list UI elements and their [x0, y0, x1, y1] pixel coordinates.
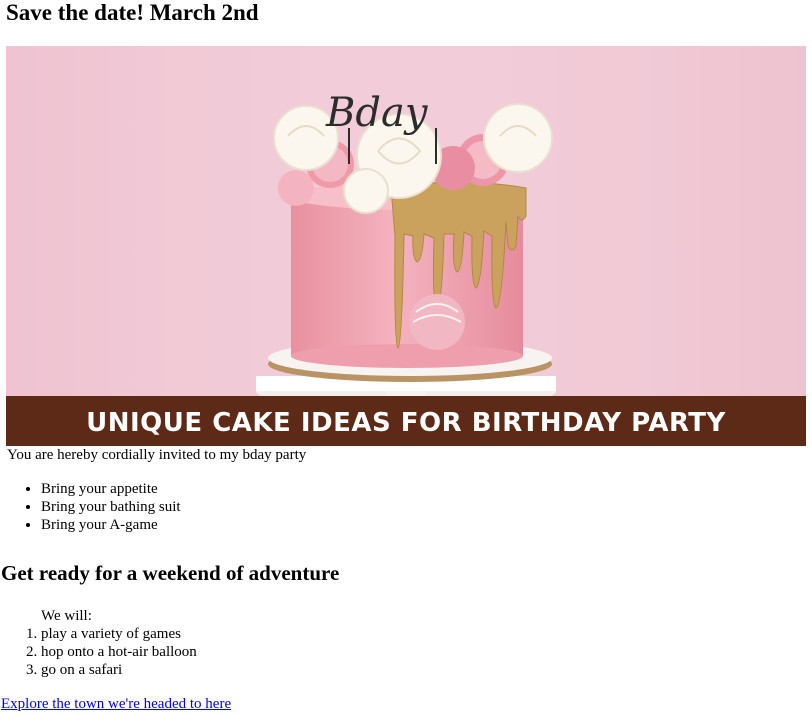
- explore-town-link[interactable]: Explore the town we're headed to here: [1, 695, 231, 713]
- plan-list: play a variety of games hop onto a hot-a…: [0, 625, 197, 679]
- page-title: Save the date! March 2nd: [6, 0, 259, 25]
- list-item: Bring your appetite: [41, 480, 181, 498]
- list-item: go on a safari: [41, 661, 197, 679]
- cake-illustration: Bday: [6, 46, 806, 446]
- bring-list: Bring your appetite Bring your bathing s…: [0, 480, 181, 534]
- list-item: play a variety of games: [41, 625, 197, 643]
- invitation-page: Save the date! March 2nd Bday UNIQUE CAK…: [0, 0, 812, 714]
- list-item: hop onto a hot-air balloon: [41, 643, 197, 661]
- list-item: Bring your bathing suit: [41, 498, 181, 516]
- list-item: Bring your A-game: [41, 516, 181, 534]
- invitation-text: You are hereby cordially invited to my b…: [7, 447, 307, 463]
- adventure-heading: Get ready for a weekend of adventure: [1, 561, 340, 585]
- cake-topper-text: Bday: [325, 90, 429, 136]
- plan-lead: We will:: [41, 608, 92, 624]
- cake-banner-image: Bday UNIQUE CAKE IDEAS FOR BIRTHDAY PART…: [6, 46, 806, 446]
- banner-caption: UNIQUE CAKE IDEAS FOR BIRTHDAY PARTY: [6, 396, 806, 446]
